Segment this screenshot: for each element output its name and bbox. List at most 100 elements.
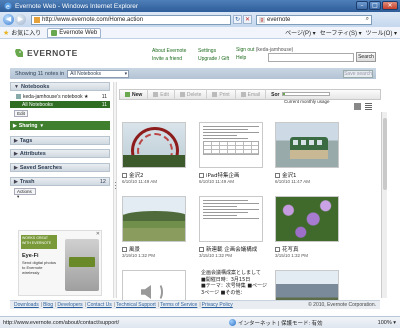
- scrollbar-thumb[interactable]: [383, 118, 387, 190]
- favorites-label[interactable]: お気に入り: [11, 28, 41, 37]
- sharing-title: Sharing: [18, 122, 38, 129]
- footer-link-terms[interactable]: Terms of Service: [160, 302, 197, 308]
- back-button[interactable]: ◀: [3, 14, 14, 25]
- note-checkbox[interactable]: [275, 246, 280, 252]
- maximize-button[interactable]: □: [369, 1, 381, 10]
- note-checkbox[interactable]: [199, 172, 204, 178]
- signout-link[interactable]: Sign out: [236, 47, 254, 53]
- note-checkbox[interactable]: [199, 246, 204, 252]
- sharing-dropdown-icon[interactable]: ▾: [40, 123, 43, 129]
- zoom-level[interactable]: 100% ▾: [378, 320, 396, 326]
- note-thumbnail[interactable]: [122, 196, 186, 242]
- note-card[interactable]: 新連載 企画会議構成 3/15/10 1:32 PM: [199, 196, 263, 262]
- browser-tab[interactable]: Evernote Web: [47, 27, 102, 38]
- note-card[interactable]: 金沢2 6/10/10 11:49 AM: [122, 122, 186, 188]
- delete-button[interactable]: Delete: [175, 89, 208, 100]
- note-thumbnail[interactable]: [275, 122, 339, 168]
- edit-button[interactable]: Edit: [148, 89, 175, 100]
- note-title-text: 花写真: [282, 247, 299, 253]
- saved-searches-header[interactable]: ▶ Saved Searches: [10, 163, 110, 172]
- expand-triangle-icon[interactable]: ▶: [14, 138, 18, 144]
- upgrade-gift-link[interactable]: Upgrade / Gift: [198, 55, 229, 63]
- note-thumbnail[interactable]: [199, 122, 263, 168]
- note-date: 3/19/10 1:32 PM: [122, 253, 156, 258]
- note-checkbox[interactable]: [275, 172, 280, 178]
- sharing-header[interactable]: ▶ Sharing ▾: [10, 121, 110, 130]
- text-note-preview[interactable]: 企画会議構成案としまして ■開催日時：3月15日 ■テーマ：次号特集 ■ページ …: [201, 270, 267, 296]
- expand-triangle-icon[interactable]: ▶: [14, 179, 18, 185]
- email-button[interactable]: Email: [236, 89, 267, 100]
- edit-notebooks-button[interactable]: Edit: [14, 110, 28, 117]
- note-card[interactable]: 金沢1 6/10/10 11:47 AM: [275, 122, 339, 188]
- forward-button[interactable]: ▶: [15, 14, 26, 25]
- footer-link-support[interactable]: Technical Support: [116, 302, 156, 308]
- notes-scrollbar[interactable]: [381, 112, 387, 298]
- footer-link-privacy[interactable]: Privacy Policy: [202, 302, 233, 308]
- security-zone[interactable]: インターネット | 保護モード: 有効: [229, 319, 323, 327]
- address-bar[interactable]: http://www.evernote.com/Home.action: [31, 14, 231, 25]
- note-card[interactable]: 花写真 3/15/10 1:32 PM: [275, 196, 339, 262]
- note-card[interactable]: iPad特集企画 6/10/10 11:49 AM: [199, 122, 263, 188]
- footer-link-contact[interactable]: Contact Us: [87, 302, 112, 308]
- refresh-button[interactable]: ↻: [233, 15, 242, 24]
- footer-link-blog[interactable]: Blog: [43, 302, 53, 308]
- safety-menu[interactable]: セーフティ(S) ▾: [320, 28, 362, 37]
- expand-triangle-icon[interactable]: ▶: [13, 123, 17, 129]
- expand-triangle-icon[interactable]: ▶: [14, 151, 18, 157]
- minimize-button[interactable]: –: [356, 1, 368, 10]
- note-title-text: 新連載 企画会議構成: [206, 247, 258, 253]
- note-thumbnail[interactable]: [275, 270, 339, 302]
- notebook-select[interactable]: All Notebooks: [67, 69, 130, 78]
- footer-link-developers[interactable]: Developers: [57, 302, 82, 308]
- tags-header[interactable]: ▶ Tags: [10, 136, 110, 145]
- trash-actions-button[interactable]: Actions ▾: [14, 188, 36, 199]
- sidebar-item-notebook[interactable]: keda-jamhouse's notebook ★ 11: [10, 93, 110, 100]
- close-ad-icon[interactable]: ✕: [96, 231, 100, 237]
- tools-menu[interactable]: ツール(O) ▾: [366, 28, 397, 37]
- note-title[interactable]: iPad特集企画: [199, 171, 239, 179]
- note-thumbnail[interactable]: [122, 270, 186, 302]
- expand-triangle-icon[interactable]: ▶: [14, 165, 18, 171]
- trash-header[interactable]: ▶ Trash 12: [10, 177, 110, 186]
- note-thumbnail[interactable]: [199, 196, 263, 242]
- note-checkbox[interactable]: [122, 246, 127, 252]
- note-title[interactable]: 新連載 企画会議構成: [199, 245, 257, 253]
- note-card[interactable]: [275, 270, 339, 302]
- thumbnail-view-icon[interactable]: [354, 103, 361, 110]
- search-provider-icon: g: [259, 16, 265, 23]
- page-menu[interactable]: ページ(P) ▾: [285, 28, 316, 37]
- favorites-star-icon[interactable]: ★: [3, 29, 9, 37]
- note-title[interactable]: 花写真: [275, 245, 299, 253]
- settings-link[interactable]: Settings: [198, 47, 229, 55]
- attributes-header[interactable]: ▶ Attributes: [10, 149, 110, 158]
- stop-button[interactable]: ✕: [243, 15, 252, 24]
- note-search-input[interactable]: [268, 53, 354, 62]
- list-view-icon[interactable]: [365, 103, 372, 110]
- invite-friend-link[interactable]: Invite a friend: [152, 55, 186, 63]
- note-thumbnail[interactable]: [122, 122, 186, 168]
- evernote-favicon-icon: [51, 29, 58, 36]
- note-title[interactable]: 金沢1: [275, 171, 297, 179]
- browser-search-box[interactable]: g evernote ⌕: [256, 14, 372, 25]
- sidebar-item-all-notebooks[interactable]: All Notebooks 11: [10, 101, 110, 108]
- note-checkbox[interactable]: [122, 172, 127, 178]
- search-icon[interactable]: ⌕: [366, 16, 369, 23]
- note-card[interactable]: 風景 3/19/10 1:32 PM: [122, 196, 186, 262]
- note-title[interactable]: 風景: [122, 245, 140, 253]
- note-title[interactable]: 金沢2: [122, 171, 144, 179]
- edit-icon: [153, 92, 159, 97]
- note-card[interactable]: [122, 270, 186, 302]
- new-note-button[interactable]: New: [120, 89, 149, 100]
- evernote-logo[interactable]: EVERNOTE: [14, 48, 78, 58]
- close-button[interactable]: ✕: [382, 1, 398, 10]
- search-button[interactable]: Search: [356, 52, 376, 62]
- print-button[interactable]: Print: [207, 89, 236, 100]
- collapse-triangle-icon[interactable]: ▼: [14, 84, 19, 90]
- notebooks-header[interactable]: ▼ Notebooks: [10, 82, 110, 91]
- footer-link-downloads[interactable]: Downloads: [14, 302, 39, 308]
- about-evernote-link[interactable]: About Evernote: [152, 47, 186, 55]
- save-search-button[interactable]: Save search: [343, 69, 373, 78]
- help-link[interactable]: Help: [236, 55, 246, 61]
- note-thumbnail[interactable]: [275, 196, 339, 242]
- eyefi-ad[interactable]: ✕ WORKS GREAT WITH EVERNOTE Eye-Fi Send …: [18, 230, 102, 296]
